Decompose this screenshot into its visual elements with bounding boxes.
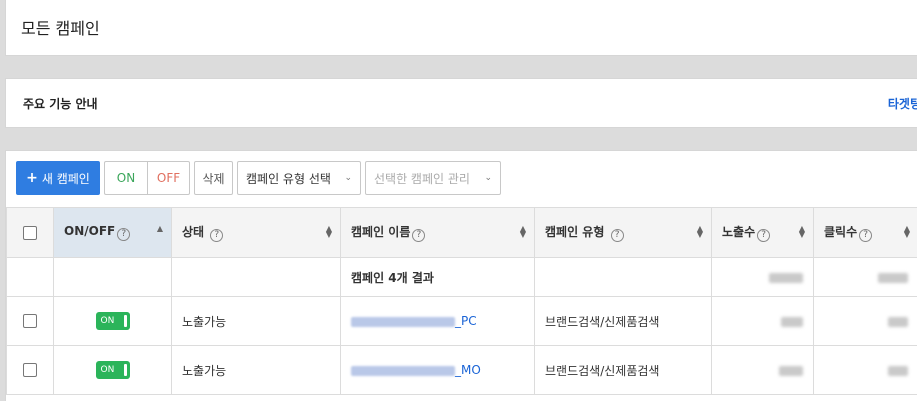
column-header-impressions[interactable]: 노출수? ▲ ▼ [711,207,814,258]
row-campaign-name[interactable]: _MO [340,345,535,395]
manage-selected-label: 선택한 캠페인 관리 [374,171,470,186]
column-label: 상태 [182,225,205,239]
redacted-name [351,316,455,327]
campaign-table: ON/OFF? ▲ 상태 ? ▲ ▼ 캠페인 이름? ▲ ▼ 캠페인 유형 ? ▲ ▼… [6,207,917,395]
new-campaign-button[interactable]: + 새 캠페인 [16,161,100,195]
row-status: 노출가능 [171,345,341,395]
campaign-toggle[interactable]: ON [95,312,130,330]
redacted-value [878,272,908,283]
select-all-checkbox[interactable] [23,225,37,240]
redacted-value [769,272,803,283]
summary-clicks [813,257,917,297]
column-label: 캠페인 이름 [351,225,411,239]
sort-asc-icon: ▲ [156,224,163,233]
summary-impressions [711,257,814,297]
plus-icon: + [26,170,38,186]
chevron-down-icon: ⌄ [484,173,492,183]
sort-icon: ▲ ▼ [903,224,910,239]
sort-icon: ▲ ▼ [519,224,526,239]
help-icon[interactable]: ? [210,229,224,242]
redacted-value [779,365,803,376]
summary-row: 캠페인 4개 결과 [6,257,917,297]
summary-label: 캠페인 4개 결과 [340,257,535,297]
feature-guide-panel: 주요 기능 안내 타겟팅 [5,78,917,128]
new-campaign-label: 새 캠페인 [41,171,90,186]
redacted-value [888,316,908,327]
sort-icon: ▲ ▼ [798,224,805,239]
row-checkbox[interactable] [23,363,37,378]
column-header-onoff[interactable]: ON/OFF? ▲ [53,207,172,258]
help-icon[interactable]: ? [610,229,624,242]
column-label: 클릭수 [824,225,858,239]
redacted-value [888,365,908,376]
column-header-status[interactable]: 상태 ? ▲ ▼ [171,207,341,258]
page-header: 모든 캠페인 [5,0,917,56]
delete-button[interactable]: 삭제 [194,161,233,195]
column-header-clicks[interactable]: 클릭수? ▲ ▼ [813,207,917,258]
table-row: ON 노출가능 _MO 브랜드검색/신제품검색 [6,345,917,395]
sort-icon: ▲ ▼ [325,224,332,239]
campaign-type-select-label: 캠페인 유형 선택 [246,171,331,186]
campaign-type-select[interactable]: 캠페인 유형 선택 ⌄ [237,161,361,195]
column-label: 노출수 [722,225,756,239]
page-title: 모든 캠페인 [21,19,100,38]
column-label: ON/OFF [64,224,116,238]
manage-selected-select[interactable]: 선택한 캠페인 관리 ⌄ [365,161,501,195]
row-checkbox[interactable] [23,314,37,329]
campaign-toggle[interactable]: ON [95,361,130,379]
campaign-toolbar: + 새 캠페인 ON OFF 삭제 캠페인 유형 선택 ⌄ 선택한 캠페인 관리… [16,161,501,195]
help-icon[interactable]: ? [412,229,426,242]
redacted-value [781,316,803,327]
chevron-down-icon: ⌄ [344,173,352,183]
campaign-name-suffix[interactable]: _PC [455,314,477,328]
on-button[interactable]: ON [104,161,147,195]
help-icon[interactable]: ? [757,229,771,242]
row-campaign-name[interactable]: _PC [340,296,535,346]
row-campaign-type: 브랜드검색/신제품검색 [534,296,712,346]
help-icon[interactable]: ? [117,228,131,241]
row-campaign-type: 브랜드검색/신제품검색 [534,345,712,395]
campaign-name-suffix[interactable]: _MO [455,363,481,377]
row-status: 노출가능 [171,296,341,346]
sort-icon: ▲ ▼ [696,224,703,239]
table-row: ON 노출가능 _PC 브랜드검색/신제품검색 [6,296,917,346]
feature-guide-title: 주요 기능 안내 [23,97,98,111]
targeting-link[interactable]: 타겟팅 [888,95,917,112]
table-header-row: ON/OFF? ▲ 상태 ? ▲ ▼ 캠페인 이름? ▲ ▼ 캠페인 유형 ? ▲ ▼… [6,207,917,258]
column-header-type[interactable]: 캠페인 유형 ? ▲ ▼ [534,207,712,258]
off-button[interactable]: OFF [147,161,190,195]
select-all-header [6,207,54,258]
column-header-name[interactable]: 캠페인 이름? ▲ ▼ [340,207,535,258]
column-label: 캠페인 유형 [545,225,605,239]
campaign-table-panel: + 새 캠페인 ON OFF 삭제 캠페인 유형 선택 ⌄ 선택한 캠페인 관리… [5,150,917,401]
redacted-name [351,365,455,376]
help-icon[interactable]: ? [859,229,873,242]
on-off-group: ON OFF [104,161,190,195]
